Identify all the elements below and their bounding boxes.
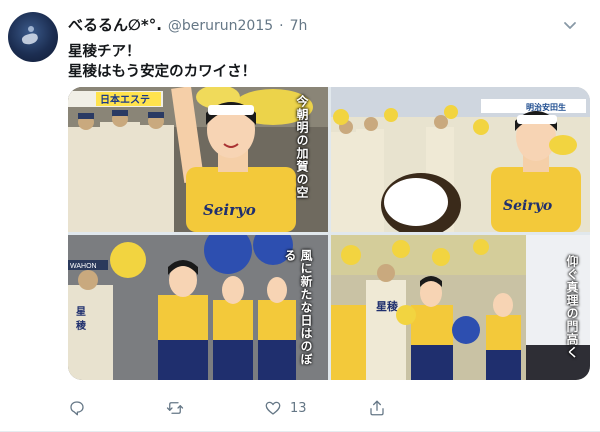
- photo-4[interactable]: 星稜 仰ぐ真理の門高く: [331, 235, 590, 380]
- tweet-actions: 13: [68, 398, 468, 418]
- photo-2[interactable]: 明治安田生 Seiryo: [331, 87, 590, 232]
- reply-icon: [70, 401, 84, 416]
- user-avatar[interactable]: [8, 12, 58, 62]
- tweet-card[interactable]: べるるん∅*°. @berurun2015 · 7h 星稜チア！ 星稜はもう安定…: [0, 0, 600, 432]
- share-icon: [370, 400, 384, 416]
- share-button[interactable]: [368, 398, 386, 418]
- like-button[interactable]: 13: [264, 398, 307, 418]
- user-handle[interactable]: @berurun2015: [168, 18, 273, 34]
- svg-text:稜: 稜: [76, 319, 87, 332]
- media-grid: 日本エステ Seiryo 今朝明の加賀の空 明治安田生 Seiryo WAHON…: [68, 87, 590, 380]
- retweet-icon: [166, 402, 184, 414]
- photo-3[interactable]: WAHON 星 稜 風に新たな日はのぼる: [68, 235, 328, 380]
- tweet-text-line2: 星稜はもう安定のカワイさ！: [68, 64, 257, 80]
- photo1-banner: 日本エステ: [100, 93, 150, 106]
- display-name[interactable]: べるるん∅*°.: [68, 14, 162, 35]
- tweet-text-line1: 星稜チア！: [68, 44, 141, 60]
- photo3-banner: WAHON: [70, 263, 97, 270]
- tweet-timestamp[interactable]: 7h: [290, 18, 308, 34]
- photo1-caption: 今朝明の加賀の空: [295, 95, 309, 199]
- avatar-image: [20, 32, 40, 46]
- svg-text:星: 星: [76, 306, 86, 318]
- like-count: 13: [290, 400, 307, 416]
- photo4-caption: 仰ぐ真理の門高く: [565, 255, 579, 359]
- heart-icon: [265, 401, 281, 415]
- tweet-header: べるるん∅*°. @berurun2015 · 7h: [68, 14, 307, 34]
- photo3-caption: 風に新たな日はのぼる: [282, 249, 313, 366]
- photo4-banner: 星稜: [376, 299, 399, 313]
- reply-button[interactable]: [68, 398, 86, 418]
- header-separator: ·: [279, 18, 284, 34]
- avatar-highlight: [28, 26, 34, 32]
- chevron-down-icon[interactable]: [562, 17, 578, 33]
- photo1-jersey: Seiryo: [203, 201, 256, 219]
- photo2-jersey: Seiryo: [503, 198, 552, 214]
- retweet-button[interactable]: [166, 398, 184, 418]
- photo-1[interactable]: 日本エステ Seiryo 今朝明の加賀の空: [68, 87, 328, 232]
- photo2-banner: 明治安田生: [526, 102, 566, 112]
